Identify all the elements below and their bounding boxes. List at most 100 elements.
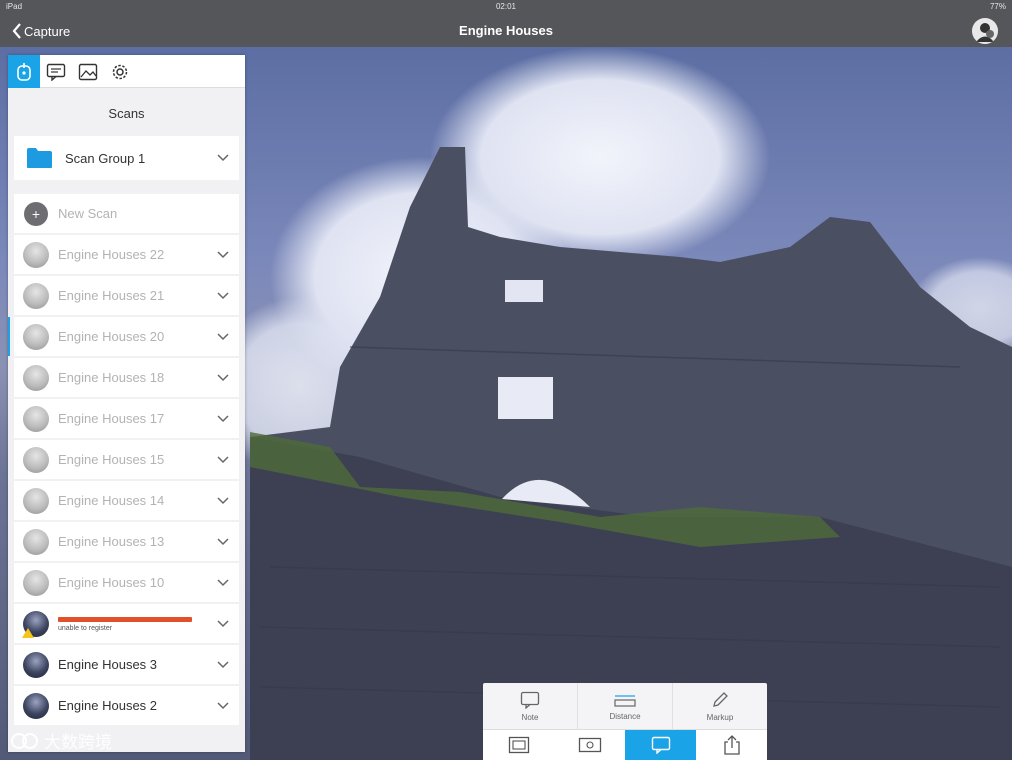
avatar[interactable] <box>972 18 998 44</box>
gear-icon <box>112 64 128 79</box>
chevron-down-icon[interactable] <box>217 619 229 628</box>
scan-label: Engine Houses 10 <box>58 575 165 590</box>
markup-tool-button[interactable]: Markup <box>673 683 767 729</box>
scan-row[interactable]: Engine Houses 20 <box>8 317 239 356</box>
chevron-down-icon[interactable] <box>217 414 229 423</box>
scan-thumbnail <box>23 241 49 268</box>
scan-label: Engine Houses 15 <box>58 452 165 467</box>
scan-row[interactable]: Engine Houses 10 <box>14 563 239 602</box>
distance-tool-label: Distance <box>609 711 641 721</box>
battery-level: 77% <box>989 2 1006 11</box>
tab-scans[interactable] <box>8 55 40 88</box>
folder-icon <box>27 148 52 168</box>
panorama-icon <box>578 737 601 753</box>
scan-thumbnail <box>23 364 49 391</box>
scan-thumbnail <box>22 610 49 638</box>
chevron-down-icon[interactable] <box>217 537 229 546</box>
tool-options: Note Distance Markup <box>483 683 767 729</box>
pencil-icon <box>713 691 728 707</box>
scan-thumbnail <box>23 446 49 473</box>
warning-icon <box>22 627 34 638</box>
scan-label: Engine Houses 18 <box>58 370 165 385</box>
scan-row[interactable]: Engine Houses 13 <box>14 522 239 561</box>
error-status-text: unable to register <box>58 625 113 632</box>
scan-thumbnail <box>23 282 49 309</box>
scan-row[interactable]: Engine Houses 21 <box>14 276 239 315</box>
view-mode-bar <box>483 729 767 760</box>
scan-thumbnail <box>23 405 49 432</box>
note-icon <box>520 691 540 709</box>
scan-row-error[interactable]: unable to register <box>14 604 239 643</box>
annotation-toolbar: Note Distance Markup <box>483 683 767 760</box>
scan-thumbnail <box>23 528 49 555</box>
chevron-down-icon[interactable] <box>217 578 229 587</box>
tab-notes[interactable] <box>40 55 72 88</box>
scan-row[interactable]: Engine Houses 14 <box>14 481 239 520</box>
scan-row[interactable]: Engine Houses 15 <box>14 440 239 479</box>
chevron-down-icon[interactable] <box>217 332 229 341</box>
tab-images[interactable] <box>72 55 104 88</box>
scan-row[interactable]: Engine Houses 22 <box>14 235 239 274</box>
scan-row[interactable]: Engine Houses 17 <box>14 399 239 438</box>
scan-group-row[interactable]: Scan Group 1 <box>14 136 239 180</box>
panel-tab-bar <box>8 55 245 88</box>
note-icon <box>651 736 670 754</box>
scan-group-label: Scan Group 1 <box>65 150 146 166</box>
scan-label: Engine Houses 13 <box>58 534 165 549</box>
error-progress-bar <box>58 617 192 622</box>
status-bar: iPad 02:01 77% <box>0 0 1012 14</box>
registered-scan-list: Engine Houses 3 Engine Houses 2 <box>8 645 245 725</box>
chevron-down-icon[interactable] <box>217 496 229 505</box>
share-icon <box>723 735 740 755</box>
navigation-bar: Capture Engine Houses <box>0 14 1012 47</box>
note-tool-button[interactable]: Note <box>483 683 578 729</box>
notes-view-button[interactable] <box>625 730 696 760</box>
chevron-down-icon[interactable] <box>217 455 229 464</box>
scan-thumbnail <box>23 487 49 514</box>
page-title: Engine Houses <box>459 23 553 38</box>
clock: 02:01 <box>495 2 517 11</box>
tab-settings[interactable] <box>104 55 136 88</box>
new-scan-button[interactable]: + New Scan <box>14 194 239 233</box>
scan-label: Engine Houses 21 <box>58 288 165 303</box>
scan-thumbnail <box>23 569 49 596</box>
scan-label: Engine Houses 2 <box>58 698 158 713</box>
user-avatar-icon <box>972 18 998 44</box>
chevron-down-icon[interactable] <box>217 291 229 300</box>
scan-row[interactable]: Engine Houses 2 <box>14 686 239 725</box>
chevron-down-icon[interactable] <box>217 660 229 669</box>
watermark: 大数跨境 <box>10 728 112 753</box>
watermark-text: 大数跨境 <box>44 733 112 752</box>
scanner-icon <box>17 62 31 81</box>
scan-label: Engine Houses 20 <box>58 329 165 344</box>
scan-list: Engine Houses 22 Engine Houses 21 Engine H… <box>8 235 245 602</box>
scan-thumbnail <box>23 651 49 678</box>
photo-view-button[interactable] <box>483 730 554 760</box>
image-icon <box>78 63 98 80</box>
note-icon <box>46 63 66 81</box>
scan-row[interactable]: Engine Houses 18 <box>14 358 239 397</box>
markup-tool-label: Markup <box>706 712 734 722</box>
chevron-down-icon[interactable] <box>217 250 229 259</box>
ruler-icon <box>614 694 636 707</box>
share-button[interactable] <box>696 730 767 760</box>
scan-label: Engine Houses 3 <box>58 657 158 672</box>
new-scan-label: New Scan <box>58 206 118 221</box>
chevron-down-icon[interactable] <box>217 373 229 382</box>
distance-tool-button[interactable]: Distance <box>578 683 673 729</box>
scan-label: Engine Houses 17 <box>58 411 165 426</box>
panorama-view-button[interactable] <box>554 730 625 760</box>
photo-frame-icon <box>508 736 529 754</box>
scans-panel: Scans Scan Group 1 + New Scan Engine Hou… <box>8 55 245 752</box>
plus-icon: + <box>24 201 48 226</box>
watermark-logo-icon <box>11 732 38 749</box>
panel-title: Scans <box>108 106 145 121</box>
scan-thumbnail <box>23 323 49 350</box>
scan-label: Engine Houses 14 <box>58 493 165 508</box>
scan-label: Engine Houses 22 <box>58 247 165 262</box>
scan-thumbnail <box>23 692 49 719</box>
chevron-down-icon[interactable] <box>217 154 229 162</box>
chevron-down-icon[interactable] <box>217 701 229 710</box>
registration-status: unable to register <box>58 615 192 632</box>
scan-row[interactable]: Engine Houses 3 <box>14 645 239 684</box>
